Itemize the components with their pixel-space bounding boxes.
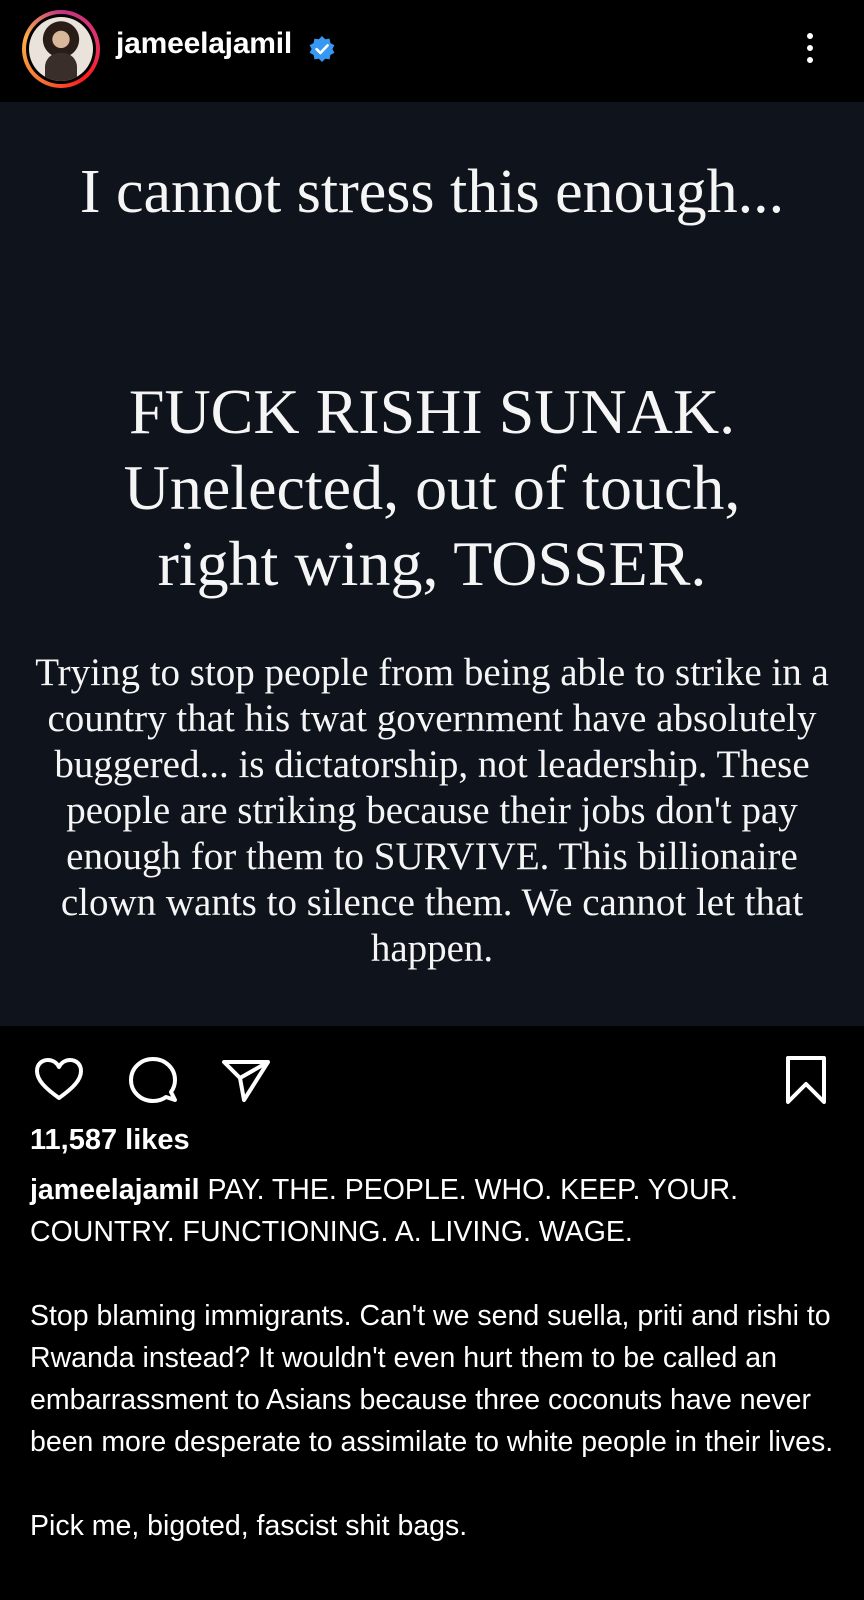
save-button[interactable] <box>778 1052 834 1108</box>
post-body-text: Trying to stop people from being able to… <box>35 651 829 970</box>
caption-first-paragraph: jameelajamil PAY. THE. PEOPLE. WHO. KEEP… <box>30 1169 840 1253</box>
more-vertical-icon <box>807 33 813 39</box>
caption-paragraph: Stop blaming immigrants. Can't we send s… <box>30 1300 834 1458</box>
like-button[interactable] <box>31 1052 87 1108</box>
more-vertical-icon <box>807 57 813 63</box>
action-bar <box>0 1026 864 1126</box>
username-link[interactable]: jameelajamil <box>116 27 292 61</box>
avatar-frame <box>26 14 96 84</box>
post-caption: jameelajamil PAY. THE. PEOPLE. WHO. KEEP… <box>30 1169 840 1547</box>
verified-badge-icon <box>309 36 335 62</box>
more-options-button[interactable] <box>800 28 820 68</box>
share-button[interactable] <box>218 1052 274 1108</box>
shout-line: right wing, TOSSER. <box>157 528 707 599</box>
caption-paragraph: Pick me, bigoted, fascist shit bags. <box>30 1510 468 1542</box>
shout-line: FUCK RISHI SUNAK. <box>128 376 736 447</box>
comment-button[interactable] <box>125 1052 181 1108</box>
post-image[interactable]: I cannot stress this enough... FUCK RISH… <box>0 102 864 1026</box>
avatar-photo <box>29 17 93 81</box>
shout-line: Unelected, out of touch, <box>123 452 741 523</box>
more-vertical-icon <box>807 45 813 51</box>
post-header: jameelajamil <box>0 0 864 102</box>
send-paper-plane-icon <box>222 1060 270 1102</box>
comment-bubble-icon <box>129 1057 177 1103</box>
caption-username[interactable]: jameelajamil <box>30 1174 200 1206</box>
likes-count[interactable]: 11,587 likes <box>30 1124 190 1157</box>
post-headline: I cannot stress this enough... <box>79 158 785 226</box>
bookmark-icon <box>786 1056 826 1104</box>
avatar-figure <box>45 53 77 81</box>
post-shout: FUCK RISHI SUNAK. Unelected, out of touc… <box>30 374 834 602</box>
avatar[interactable] <box>22 10 100 88</box>
heart-icon <box>35 1058 83 1100</box>
